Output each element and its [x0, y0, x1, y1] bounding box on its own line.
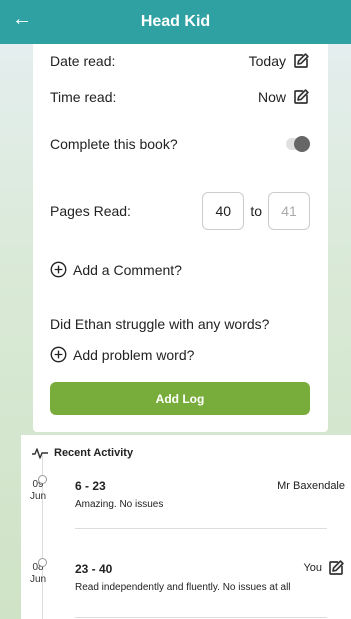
complete-book-row: Complete this book? — [50, 136, 310, 152]
entry-page-range: 23 - 40 — [75, 562, 113, 576]
time-read-row: Time read: Now — [50, 88, 310, 106]
pages-from-input[interactable]: 40 — [202, 192, 245, 230]
arrow-left-icon[interactable]: ← — [12, 8, 32, 31]
complete-book-toggle[interactable] — [286, 136, 310, 152]
add-problem-word-button[interactable]: Add problem word? — [50, 346, 310, 363]
pages-to-word: to — [250, 203, 262, 219]
entry-date: 08 Jun — [26, 562, 50, 586]
timeline-dot — [38, 558, 47, 567]
entry-page-range: 6 - 23 — [75, 479, 106, 493]
edit-date-icon[interactable] — [292, 52, 310, 70]
struggle-question-row: Did Ethan struggle with any words? — [50, 316, 310, 332]
add-log-button[interactable]: Add Log — [50, 382, 310, 415]
log-reading-form: Date read: Today Time read: Now Complete… — [33, 44, 328, 432]
entry-divider — [75, 617, 327, 618]
entry-month: Jun — [29, 491, 47, 502]
edit-time-icon[interactable] — [292, 88, 310, 106]
complete-book-label: Complete this book? — [50, 136, 178, 152]
entry-comment: Amazing. No issues — [75, 499, 164, 510]
entry-comment: Read independently and fluently. No issu… — [75, 582, 291, 593]
date-read-value: Today — [248, 53, 286, 69]
entry-date: 09 Jun — [26, 479, 50, 503]
date-read-row: Date read: Today — [50, 52, 310, 70]
entry-author-name: You — [303, 562, 322, 574]
page-title: Head Kid — [140, 13, 211, 30]
timeline-dot — [38, 475, 47, 484]
recent-activity-panel: Recent Activity 09 Jun 6 - 23 Mr Baxenda… — [21, 435, 351, 619]
edit-entry-icon[interactable] — [327, 559, 345, 577]
pages-read-row: Pages Read: 40 to 41 — [50, 192, 310, 230]
pages-to-input[interactable]: 41 — [268, 192, 310, 230]
toggle-knob — [294, 136, 310, 152]
app-header: ← Head Kid — [0, 0, 351, 44]
recent-activity-title: Recent Activity — [54, 447, 134, 459]
add-comment-label: Add a Comment? — [73, 261, 182, 278]
plus-circle-icon — [50, 346, 67, 363]
entry-divider — [75, 528, 327, 529]
add-comment-button[interactable]: Add a Comment? — [50, 261, 310, 278]
entry-author-name: Mr Baxendale — [277, 480, 345, 492]
plus-circle-icon — [50, 261, 67, 278]
date-read-label: Date read: — [50, 53, 116, 69]
activity-pulse-icon — [32, 447, 48, 459]
time-read-label: Time read: — [50, 89, 117, 105]
recent-activity-header: Recent Activity — [32, 447, 133, 459]
pages-read-label: Pages Read: — [50, 203, 131, 219]
add-problem-word-label: Add problem word? — [73, 346, 195, 363]
entry-author: Mr Baxendale — [277, 480, 345, 492]
struggle-question: Did Ethan struggle with any words? — [50, 316, 270, 332]
entry-author: You — [303, 559, 345, 577]
entry-month: Jun — [29, 574, 47, 585]
time-read-value: Now — [257, 89, 286, 105]
